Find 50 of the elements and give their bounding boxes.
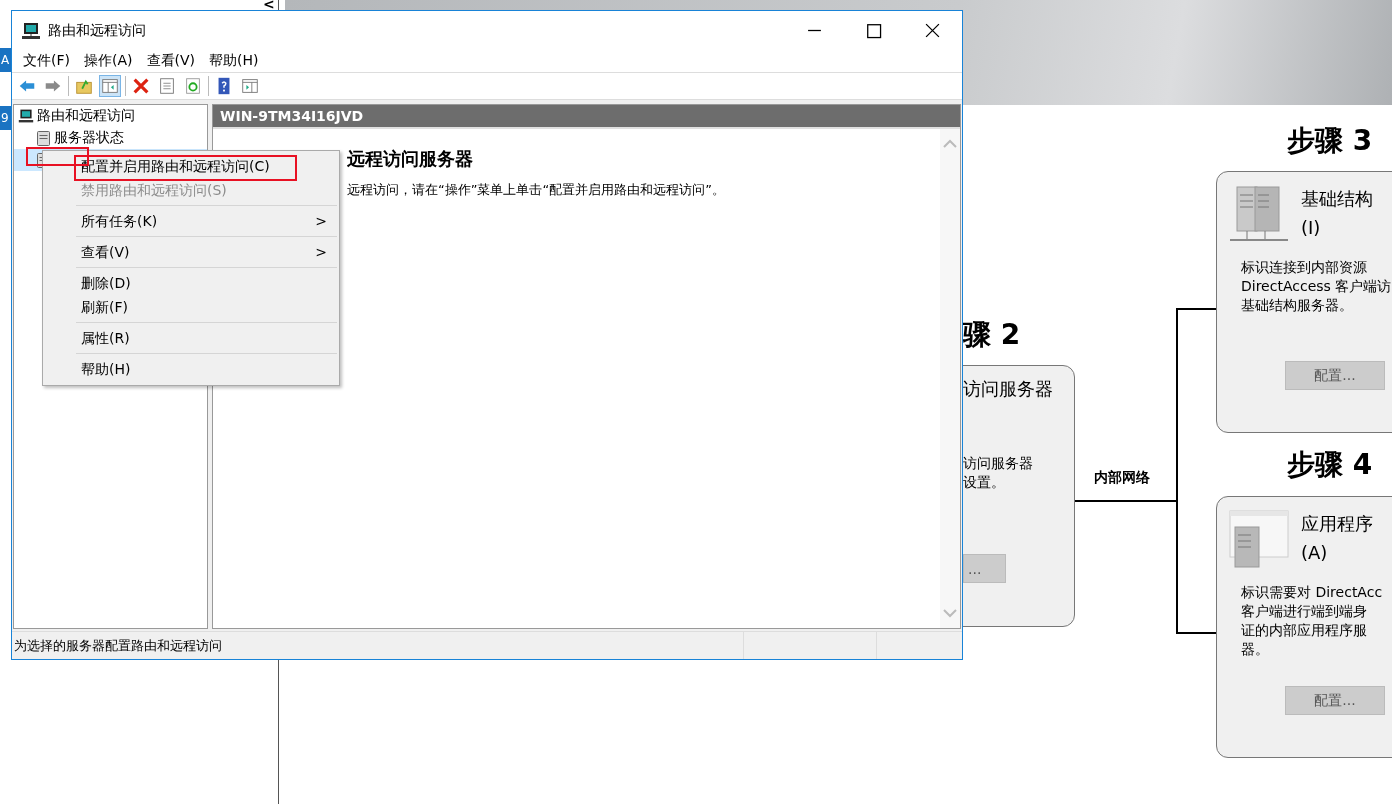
menu-item[interactable]: 操作(A)	[77, 50, 140, 72]
menu-item[interactable]: 帮助(H)	[43, 357, 339, 381]
step-title: 应用程序	[1301, 512, 1373, 536]
computer-icon	[21, 20, 41, 41]
step-description: 客户端进行端到端身	[1241, 602, 1368, 621]
step-description: DirectAccess 客户端访	[1241, 277, 1392, 296]
menu-item[interactable]: 所有任务(K) >	[43, 209, 339, 233]
menu-item[interactable]: 查看(V) >	[43, 240, 339, 264]
window-title: 路由和远程访问	[48, 21, 146, 40]
menu-item[interactable]: 刷新(F)	[43, 295, 339, 319]
step-description: 标识连接到内部资源	[1241, 258, 1368, 277]
step-heading: 步骤 4	[1287, 447, 1373, 483]
pane-header: WIN-9TM34I16JVD	[213, 105, 960, 127]
menu-item[interactable]: 属性(R)	[43, 326, 339, 350]
tree-toggle-icon[interactable]	[99, 75, 121, 97]
back-caret[interactable]: <	[263, 0, 275, 9]
content-text: 远程访问，请在“操作”菜单上单击“配置并启用路由和远程访问”。	[347, 181, 726, 199]
step-subtitle: (A)	[1301, 541, 1329, 565]
scroll-down-icon[interactable]	[942, 608, 958, 618]
configure-button[interactable]: ...	[963, 554, 1006, 583]
step-description: 证的内部应用程序服	[1241, 621, 1368, 640]
computer-icon	[18, 108, 34, 124]
menu-item[interactable]: 查看(V)	[139, 50, 202, 72]
tree-item[interactable]: 服务器状态	[54, 129, 124, 147]
step-title: 基础结构	[1301, 187, 1373, 211]
server-icon	[37, 130, 50, 146]
server-window-icon	[1229, 509, 1289, 569]
step-description: 器。	[1241, 640, 1270, 659]
step-description: 标识需要对 DirectAcc	[1241, 583, 1384, 602]
step-subtitle: (I)	[1301, 216, 1322, 240]
configure-button[interactable]: 配置...	[1285, 686, 1385, 715]
servers-icon	[1229, 184, 1289, 244]
network-label: 内部网络	[1094, 469, 1150, 487]
menu-item[interactable]: 删除(D)	[43, 271, 339, 295]
side-tab[interactable]: 9	[0, 106, 11, 130]
scroll-up-icon[interactable]	[942, 139, 958, 149]
menu-item[interactable]: 帮助(H)	[202, 50, 266, 72]
menu-item[interactable]: 文件(F)	[16, 50, 77, 72]
configure-button[interactable]: 配置...	[1285, 361, 1385, 390]
step-description: 设置。	[963, 473, 1006, 492]
step-description: 访问服务器	[963, 454, 1034, 473]
status-text: 为选择的服务器配置路由和远程访问	[13, 637, 223, 655]
content-heading: 远程访问服务器	[347, 147, 474, 171]
tree-item[interactable]: 路由和远程访问	[37, 107, 135, 125]
side-tab[interactable]: A	[0, 48, 11, 72]
step-heading: 步骤 3	[1287, 123, 1373, 159]
step-title: 访问服务器	[963, 377, 1053, 401]
step-heading: 骤 2	[963, 317, 1021, 353]
step-description: 基础结构服务器。	[1241, 296, 1354, 315]
scrollbar[interactable]	[940, 129, 960, 628]
